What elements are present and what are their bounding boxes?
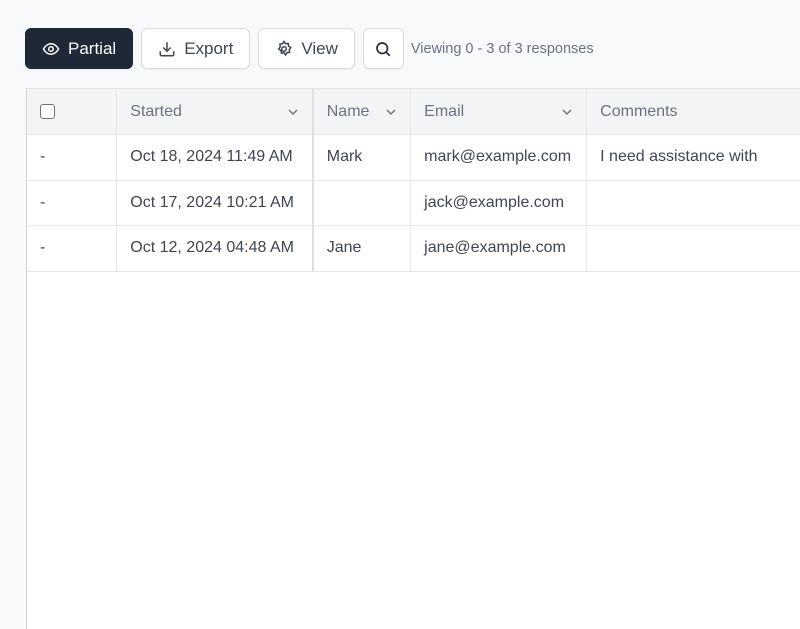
started-cell: Oct 17, 2024 10:21 AM [116, 180, 314, 226]
comments-cell [586, 225, 800, 272]
comments-cell [586, 180, 800, 226]
chevron-down-icon[interactable] [287, 106, 299, 118]
download-icon [159, 41, 175, 56]
email-cell: jane@example.com [410, 225, 588, 272]
toolbar: Partial Export View Viewing 0 - 3 of 3 r… [25, 28, 594, 69]
column-header-started[interactable]: Started [116, 89, 314, 135]
export-label: Export [184, 38, 234, 58]
table-row[interactable]: - Oct 17, 2024 10:21 AM jack@example.com [27, 180, 800, 226]
search-button[interactable] [362, 28, 404, 69]
started-cell: Oct 18, 2024 11:49 AM [116, 134, 314, 181]
table-header-row: Started Name Email Comments [27, 89, 800, 135]
column-label: Email [424, 102, 465, 120]
started-cell: Oct 12, 2024 04:48 AM [116, 225, 314, 272]
column-header-comments[interactable]: Comments [586, 89, 800, 135]
row-select-cell[interactable]: - [27, 134, 118, 181]
column-header-name[interactable]: Name [312, 89, 412, 135]
view-label: View [301, 38, 338, 58]
viewing-count: Viewing 0 - 3 of 3 responses [410, 40, 594, 57]
email-cell: mark@example.com [410, 134, 588, 181]
row-select-cell[interactable]: - [27, 180, 118, 226]
table-row[interactable]: - Oct 12, 2024 04:48 AM Jane jane@exampl… [27, 225, 800, 272]
column-label: Started [130, 102, 182, 120]
select-all-checkbox[interactable] [40, 104, 55, 119]
responses-table: Started Name Email Comments - Oct 18, 20… [26, 88, 800, 629]
email-cell: jack@example.com [410, 180, 588, 226]
partial-label: Partial [68, 38, 117, 58]
name-cell: Jane [312, 225, 412, 272]
table-row[interactable]: - Oct 18, 2024 11:49 AM Mark mark@exampl… [27, 134, 800, 181]
name-cell: Mark [312, 134, 412, 181]
export-button[interactable]: Export [141, 28, 251, 69]
search-icon [376, 41, 391, 56]
row-select-cell[interactable]: - [27, 225, 118, 272]
name-cell [312, 180, 412, 226]
partial-button[interactable]: Partial [25, 28, 134, 69]
chevron-down-icon[interactable] [385, 106, 397, 118]
view-button[interactable]: View [258, 28, 355, 69]
column-header-email[interactable]: Email [410, 89, 588, 135]
column-label: Comments [600, 102, 678, 120]
select-all-header [27, 89, 118, 135]
gear-icon [278, 39, 293, 56]
eye-icon [42, 42, 60, 55]
comments-cell: I need assistance with [586, 134, 800, 181]
chevron-down-icon[interactable] [561, 106, 573, 118]
column-label: Name [326, 102, 370, 120]
